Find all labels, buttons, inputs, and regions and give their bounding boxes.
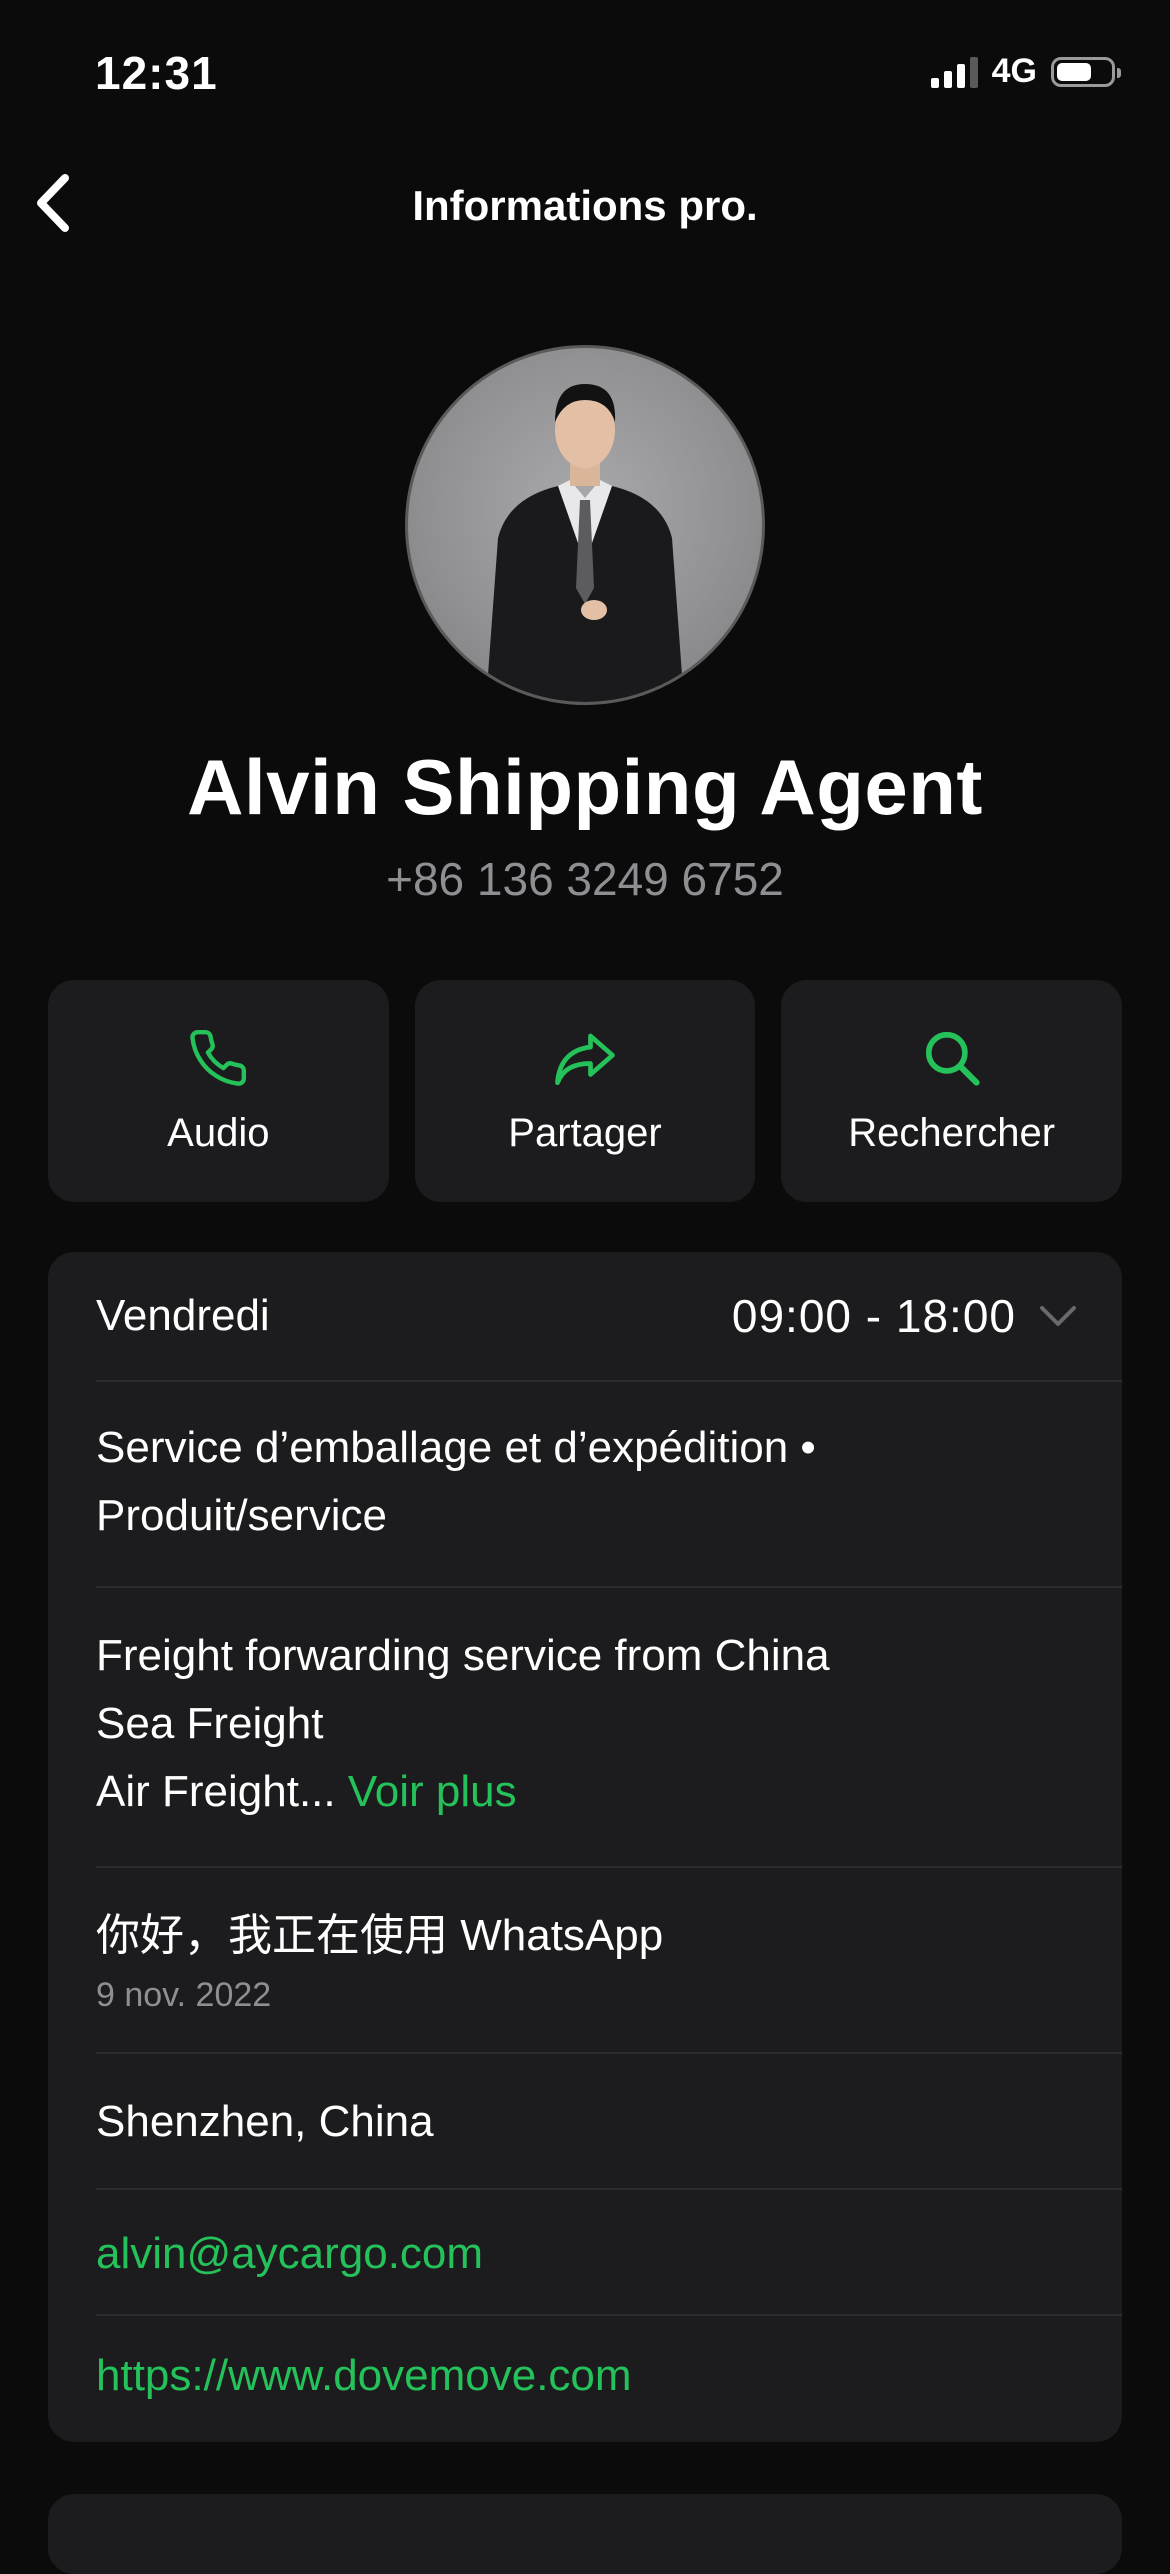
status-time: 12:31 — [95, 47, 218, 99]
about-date: 9 nov. 2022 — [96, 1976, 272, 2014]
page-title: Informations pro. — [412, 182, 758, 229]
business-hours-row[interactable]: Vendredi 09:00 - 18:00 — [96, 1252, 1122, 1382]
profile-photo — [486, 384, 684, 702]
audio-label: Audio — [167, 1110, 270, 1155]
description-line-3-wrap: Air Freight... Voir plus — [96, 1758, 1122, 1826]
search-icon — [925, 1031, 980, 1086]
category-line-2: Produit/service — [96, 1491, 388, 1540]
hours-time: 09:00 - 18:00 — [731, 1290, 1016, 1342]
website-row[interactable]: https://www.dovemove.com — [96, 2316, 1122, 2442]
description-line-1: Freight forwarding service from China — [96, 1631, 830, 1680]
about-text: 你好，我正在使用 WhatsApp — [96, 1911, 664, 1960]
search-label: Rechercher — [848, 1110, 1056, 1155]
business-info-card: Vendredi 09:00 - 18:00 Service d’emballa… — [48, 1252, 1122, 2442]
network-type: 4G — [991, 52, 1037, 90]
share-button[interactable]: Partager — [414, 980, 756, 1202]
next-section-card — [48, 2494, 1122, 2574]
website-link[interactable]: https://www.dovemove.com — [96, 2342, 1122, 2410]
action-buttons: Audio Partager Rechercher — [48, 980, 1123, 1202]
avatar[interactable] — [405, 345, 765, 705]
see-more-link[interactable]: Voir plus — [348, 1767, 517, 1816]
description-line-2: Sea Freight — [96, 1699, 324, 1748]
phone-icon — [190, 1029, 247, 1086]
signal-icon — [930, 56, 978, 88]
chevron-down-icon — [1040, 1306, 1076, 1326]
nav-bar: Informations pro. — [0, 160, 1170, 250]
location-row[interactable]: Shenzhen, China — [96, 2054, 1122, 2190]
share-arrow-icon — [555, 1033, 615, 1085]
category-line-1: Service d’emballage et d’expédition • — [96, 1423, 816, 1472]
description-line-3: Air Freight... — [96, 1767, 336, 1816]
category-row: Service d’emballage et d’expédition • Pr… — [96, 1382, 1122, 1588]
email-link[interactable]: alvin@aycargo.com — [96, 2220, 1122, 2288]
hours-value: 09:00 - 18:00 — [732, 1282, 1078, 1350]
search-button[interactable]: Rechercher — [781, 980, 1123, 1202]
email-row[interactable]: alvin@aycargo.com — [96, 2190, 1122, 2316]
description-row: Freight forwarding service from China Se… — [96, 1588, 1122, 1868]
about-row: 你好，我正在使用 WhatsApp 9 nov. 2022 — [96, 1868, 1122, 2054]
audio-call-button[interactable]: Audio — [48, 980, 389, 1202]
status-bar: 12:31 4G — [0, 0, 1170, 150]
hours-day: Vendredi — [96, 1291, 270, 1340]
profile-phone[interactable]: +86 136 3249 6752 — [0, 852, 1170, 906]
status-indicators: 4G — [930, 52, 1121, 91]
share-label: Partager — [508, 1110, 662, 1155]
profile-name: Alvin Shipping Agent — [187, 743, 983, 831]
battery-icon — [1051, 56, 1121, 87]
location-text: Shenzhen, China — [96, 2097, 434, 2146]
